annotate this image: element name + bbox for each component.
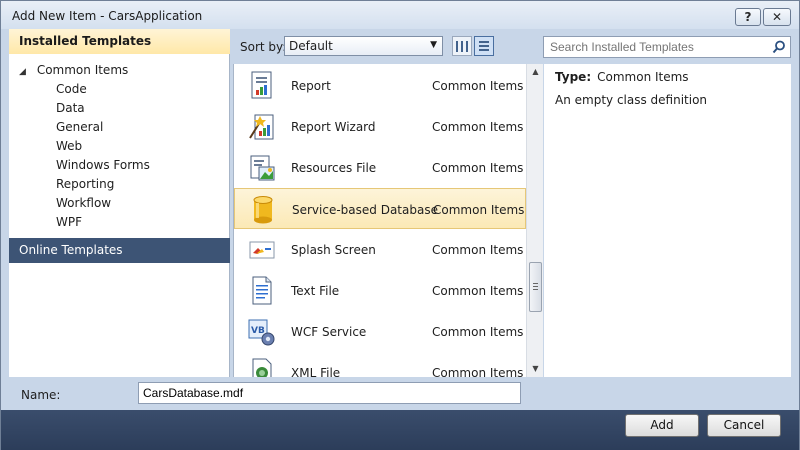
- cancel-button[interactable]: Cancel: [707, 414, 781, 437]
- scroll-down-arrow-icon[interactable]: ▼: [527, 361, 544, 377]
- add-button[interactable]: Add: [625, 414, 699, 437]
- item-name: Resources File: [291, 161, 377, 175]
- template-details-panel: Type: Common Items An empty class definit…: [544, 64, 791, 377]
- item-name: XML File: [291, 366, 341, 377]
- list-view-button[interactable]: [474, 36, 494, 56]
- item-category: Common Items: [432, 243, 524, 257]
- expand-arrow-icon[interactable]: ◢: [19, 67, 33, 77]
- chevron-down-icon: ▼: [430, 40, 437, 50]
- tree-node-general[interactable]: General: [56, 120, 103, 134]
- list-item-xml-file[interactable]: XML File Common Items: [234, 352, 526, 377]
- item-category: Common Items: [432, 161, 524, 175]
- tree-node-windows-forms[interactable]: Windows Forms: [56, 158, 150, 172]
- svg-text:VB: VB: [251, 326, 265, 336]
- template-type-row: Type: Common Items: [555, 70, 689, 84]
- installed-templates-header[interactable]: Installed Templates: [9, 29, 230, 54]
- wcf-service-icon: VB: [248, 319, 275, 346]
- type-value: Common Items: [597, 70, 689, 84]
- item-category: Common Items: [432, 79, 524, 93]
- list-item-splash-screen[interactable]: Splash Screen Common Items: [234, 229, 526, 270]
- text-file-icon: [252, 276, 272, 305]
- item-category: Common Items: [432, 120, 524, 134]
- template-list-scrollbar[interactable]: ▲ ▼: [526, 64, 543, 377]
- tree-node-web[interactable]: Web: [56, 139, 82, 153]
- template-description: An empty class definition: [555, 93, 708, 107]
- resources-file-icon: [250, 155, 275, 181]
- sort-by-label: Sort by:: [240, 40, 287, 54]
- item-category: Common Items: [432, 366, 524, 377]
- tree-node-common-items[interactable]: ◢ Common Items: [19, 63, 128, 77]
- item-category: Common Items: [433, 203, 525, 217]
- search-installed-templates-input[interactable]: [543, 36, 791, 58]
- name-label: Name:: [21, 388, 61, 402]
- list-item-resources-file[interactable]: Resources File Common Items: [234, 147, 526, 188]
- window-title: Add New Item - CarsApplication: [12, 9, 203, 23]
- item-name: Report: [291, 79, 331, 93]
- list-item-report[interactable]: Report Common Items: [234, 65, 526, 106]
- item-category: Common Items: [432, 325, 524, 339]
- add-new-item-dialog: Add New Item - CarsApplication ? ✕ Insta…: [0, 0, 800, 450]
- close-button[interactable]: ✕: [763, 8, 791, 26]
- list-item-service-based-database[interactable]: Service-based Database Common Items: [234, 188, 526, 229]
- list-item-wcf-service[interactable]: VB WCF Service Common Items: [234, 311, 526, 352]
- report-icon: [251, 71, 272, 99]
- item-name: Splash Screen: [291, 243, 376, 257]
- scroll-up-arrow-icon[interactable]: ▲: [527, 64, 544, 80]
- small-icons-view-button[interactable]: [452, 36, 472, 56]
- help-button[interactable]: ?: [735, 8, 761, 26]
- search-icon[interactable]: [772, 40, 786, 54]
- type-label: Type:: [555, 70, 592, 84]
- item-name: Service-based Database: [292, 203, 438, 217]
- scroll-thumb[interactable]: [529, 262, 542, 312]
- tree-node-data[interactable]: Data: [56, 101, 85, 115]
- title-bar: Add New Item - CarsApplication ? ✕: [1, 1, 799, 29]
- tree-node-code[interactable]: Code: [56, 82, 87, 96]
- name-input[interactable]: [138, 382, 521, 404]
- item-name: Report Wizard: [291, 120, 376, 134]
- tree-node-label: Common Items: [36, 63, 129, 77]
- splash-screen-icon: [249, 241, 275, 259]
- list-item-report-wizard[interactable]: Report Wizard Common Items: [234, 106, 526, 147]
- sort-by-select[interactable]: Default ▼: [284, 36, 443, 56]
- sort-by-value: Default: [289, 39, 333, 53]
- database-icon: [253, 196, 273, 224]
- templates-tree-panel: Installed Templates ◢ Common Items Code …: [9, 29, 230, 377]
- tree-node-wpf[interactable]: WPF: [56, 215, 82, 229]
- xml-file-icon: [252, 358, 272, 377]
- list-item-text-file[interactable]: Text File Common Items: [234, 270, 526, 311]
- template-list[interactable]: Report Common Items Report Wizard Common…: [233, 64, 543, 377]
- item-category: Common Items: [432, 284, 524, 298]
- online-templates-header[interactable]: Online Templates: [9, 238, 230, 263]
- tree-node-workflow[interactable]: Workflow: [56, 196, 111, 210]
- report-wizard-icon: [249, 114, 274, 140]
- item-name: Text File: [291, 284, 340, 298]
- item-name: WCF Service: [291, 325, 367, 339]
- tree-node-reporting[interactable]: Reporting: [56, 177, 114, 191]
